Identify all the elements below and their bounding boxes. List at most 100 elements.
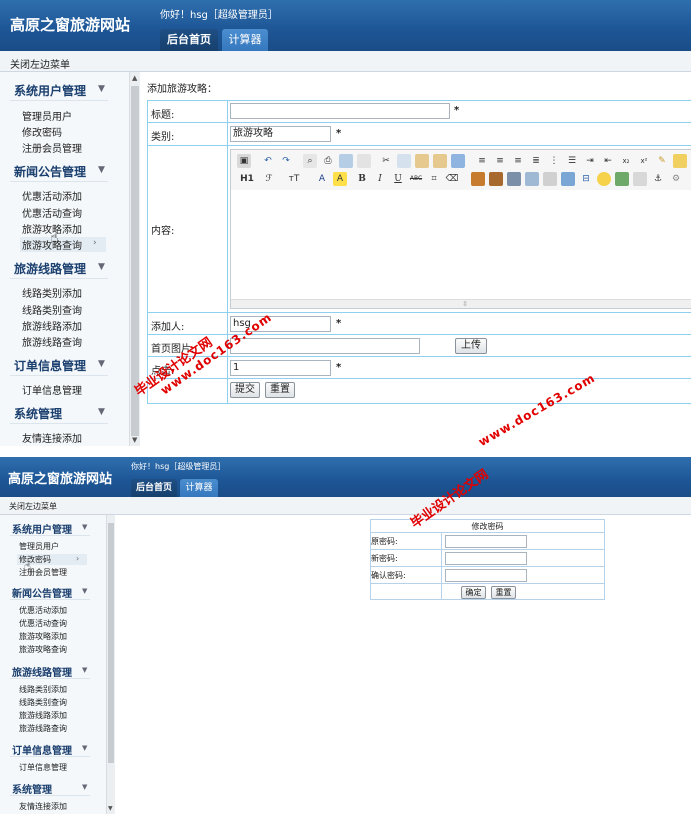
sidebar-item-route-add[interactable]: 旅游线路添加: [19, 710, 67, 721]
scroll-up-arrow-icon[interactable]: ▲: [132, 74, 137, 82]
unordered-list-icon[interactable]: ☰: [565, 154, 579, 168]
sidebar-item-admin-users[interactable]: 管理员用户: [22, 108, 72, 123]
sidebar-item-route-cat-query[interactable]: 线路类别查询: [19, 697, 67, 708]
paste-icon[interactable]: [415, 154, 429, 168]
sidebar-item-route-query[interactable]: 旅游线路查询: [22, 334, 82, 349]
sidebar-item-route-cat-add[interactable]: 线路类别添加: [22, 285, 82, 300]
font-size-icon[interactable]: тT: [285, 172, 303, 186]
reset-button[interactable]: 重置: [491, 586, 516, 599]
sidebar-item-guide-query[interactable]: 旅游攻略查询: [19, 644, 67, 655]
settings-icon[interactable]: ⚙: [669, 172, 683, 186]
justify-right-icon[interactable]: ≡: [511, 154, 525, 168]
title-input[interactable]: [230, 103, 450, 119]
tab-home[interactable]: 后台首页: [131, 479, 177, 497]
sidebar-item-route-add[interactable]: 旅游线路添加: [22, 318, 82, 333]
chevron-down-icon[interactable]: ▼: [82, 744, 87, 752]
clear-format-icon[interactable]: ✎: [655, 154, 669, 168]
close-sidebar-link[interactable]: 关闭左边菜单: [10, 56, 70, 71]
tab-calculator[interactable]: 计算器: [222, 29, 268, 51]
chevron-down-icon[interactable]: ▼: [98, 165, 105, 175]
sidebar-group-news[interactable]: 新闻公告管理: [12, 585, 72, 600]
bold-icon[interactable]: B: [355, 172, 369, 186]
confirm-button[interactable]: 确定: [461, 586, 486, 599]
strikethrough-icon[interactable]: ABC: [409, 172, 423, 186]
emoticon-icon[interactable]: [597, 172, 611, 186]
sidebar-item-guide-add[interactable]: 旅游攻略添加: [19, 631, 67, 642]
sidebar-item-route-cat-add[interactable]: 线路类别添加: [19, 684, 67, 695]
outdent-icon[interactable]: ⇤: [601, 154, 615, 168]
cut-icon[interactable]: ✂: [379, 154, 393, 168]
sidebar-item-change-password[interactable]: 修改密码: [22, 124, 62, 139]
hr-icon[interactable]: ⊟: [579, 172, 593, 186]
scroll-down-arrow-icon[interactable]: ▼: [132, 436, 137, 444]
special-char-icon[interactable]: [615, 172, 629, 186]
sidebar-item-links-add[interactable]: 友情连接添加: [19, 801, 67, 812]
close-sidebar-link[interactable]: 关闭左边菜单: [9, 501, 57, 512]
sidebar-item-promo-add[interactable]: 优惠活动添加: [22, 188, 82, 203]
sidebar-item-promo-query[interactable]: 优惠活动查询: [22, 205, 82, 220]
chevron-down-icon[interactable]: ▼: [82, 666, 87, 674]
sidebar-item-promo-add[interactable]: 优惠活动添加: [19, 605, 67, 616]
chevron-down-icon[interactable]: ▼: [98, 407, 105, 417]
chevron-down-icon[interactable]: ▼: [82, 523, 87, 531]
code-icon[interactable]: [357, 154, 371, 168]
chevron-down-icon[interactable]: ▼: [82, 783, 87, 791]
submit-button[interactable]: 提交: [230, 382, 260, 398]
italic-icon[interactable]: I: [373, 172, 387, 186]
chevron-down-icon[interactable]: ▼: [98, 359, 105, 369]
highlight-icon[interactable]: A: [333, 172, 347, 186]
editor-resize-handle[interactable]: ⇳: [231, 299, 691, 308]
sidebar-item-links-add[interactable]: 友情连接添加: [22, 430, 82, 445]
sidebar-group-routes[interactable]: 旅游线路管理: [12, 664, 72, 679]
underline-icon[interactable]: U: [391, 172, 405, 186]
upload-button[interactable]: 上传: [455, 338, 487, 354]
preview-icon[interactable]: ⌕: [303, 154, 317, 168]
justify-left-icon[interactable]: ≡: [475, 154, 489, 168]
sidebar-scrollbar[interactable]: ▼: [106, 515, 115, 814]
rich-text-editor[interactable]: ▣ ↶ ↷ ⌕ ⎙ ✂ ≡ ≡ ≡ ≣ ⋮ ☰ ⇥ ⇤ x₂ x² ✎ H1 ℱ…: [230, 149, 691, 309]
paste-word-icon[interactable]: [451, 154, 465, 168]
justify-full-icon[interactable]: ≣: [529, 154, 543, 168]
sidebar-item-admin-users[interactable]: 管理员用户: [19, 541, 59, 552]
sidebar-item-members[interactable]: 注册会员管理: [22, 140, 82, 155]
tab-calculator[interactable]: 计算器: [180, 479, 218, 497]
undo-icon[interactable]: ↶: [261, 154, 275, 168]
media-icon[interactable]: [507, 172, 521, 186]
scroll-down-arrow-icon[interactable]: ▼: [108, 805, 113, 812]
subscript-icon[interactable]: x₂: [619, 154, 633, 168]
sidebar-item-orders[interactable]: 订单信息管理: [19, 762, 67, 773]
image-icon[interactable]: [471, 172, 485, 186]
sidebar-item-orders[interactable]: 订单信息管理: [22, 382, 82, 397]
ordered-list-icon[interactable]: ⋮: [547, 154, 561, 168]
source-icon[interactable]: ▣: [237, 154, 251, 168]
anchor-icon[interactable]: ⚓: [651, 172, 665, 186]
superscript-icon[interactable]: x²: [637, 154, 651, 168]
eraser-icon[interactable]: ⌫: [445, 172, 459, 186]
table-icon[interactable]: [525, 172, 539, 186]
sidebar-item-route-query[interactable]: 旅游线路查询: [19, 723, 67, 734]
chevron-down-icon[interactable]: ▼: [98, 84, 105, 94]
flash-icon[interactable]: [489, 172, 503, 186]
sidebar-group-system[interactable]: 系统管理: [14, 405, 62, 422]
redo-icon[interactable]: ↷: [279, 154, 293, 168]
tab-home[interactable]: 后台首页: [160, 29, 218, 51]
reset-button[interactable]: 重置: [265, 382, 295, 398]
font-family-icon[interactable]: ℱ: [261, 172, 277, 186]
indent-icon[interactable]: ⇥: [583, 154, 597, 168]
old-password-input[interactable]: [445, 535, 527, 548]
select-all-icon[interactable]: ⌗: [427, 172, 441, 186]
sidebar-group-users[interactable]: 系统用户管理: [14, 82, 86, 99]
clicks-input[interactable]: 1: [230, 360, 331, 376]
print-icon[interactable]: ⎙: [321, 154, 335, 168]
attachment-icon[interactable]: [543, 172, 557, 186]
chevron-down-icon[interactable]: ▼: [98, 262, 105, 272]
justify-center-icon[interactable]: ≡: [493, 154, 507, 168]
font-color-icon[interactable]: A: [315, 172, 329, 186]
chevron-down-icon[interactable]: ▼: [82, 587, 87, 595]
sidebar-group-orders[interactable]: 订单信息管理: [14, 357, 86, 374]
sidebar-item-route-cat-query[interactable]: 线路类别查询: [22, 302, 82, 317]
template-icon[interactable]: [339, 154, 353, 168]
copy-icon[interactable]: [397, 154, 411, 168]
confirm-password-input[interactable]: [445, 569, 527, 582]
sidebar-group-routes[interactable]: 旅游线路管理: [14, 260, 86, 277]
